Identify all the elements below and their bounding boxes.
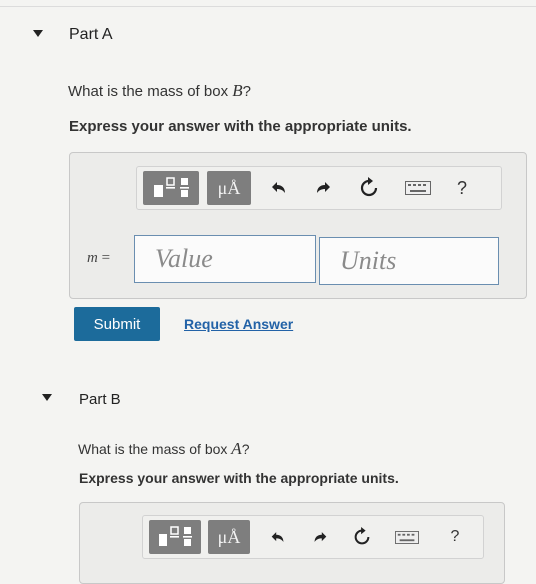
units-input[interactable] — [319, 237, 499, 285]
equals-sign: = — [101, 250, 111, 266]
help-icon[interactable]: ? — [447, 171, 477, 205]
undo-icon[interactable] — [265, 520, 291, 554]
part-b-collapse-caret-icon[interactable] — [42, 394, 52, 401]
reset-icon[interactable] — [355, 171, 383, 205]
fraction-templates-icon[interactable] — [149, 520, 201, 554]
request-answer-link[interactable]: Request Answer — [184, 316, 293, 332]
fraction-templates-icon[interactable] — [143, 171, 199, 205]
symbols-label: μÅ — [217, 177, 241, 198]
part-b-question: What is the mass of box A? — [78, 439, 249, 459]
question-variable: B — [232, 81, 243, 100]
question-text: What is the mass of box — [78, 441, 232, 457]
part-b-instruction: Express your answer with the appropriate… — [79, 470, 399, 486]
question-mark: ? — [241, 441, 250, 457]
symbols-button[interactable]: μÅ — [208, 520, 250, 554]
question-variable: A — [231, 439, 242, 458]
top-divider — [0, 6, 536, 7]
redo-icon[interactable] — [307, 520, 333, 554]
question-text: What is the mass of box — [68, 83, 233, 100]
part-a-math-toolbar: μÅ ? — [136, 166, 502, 210]
part-b-answer-box: μÅ ? — [79, 502, 505, 584]
redo-icon[interactable] — [309, 171, 337, 205]
value-input[interactable] — [134, 235, 316, 283]
part-a-title: Part A — [69, 26, 113, 43]
part-a-answer-box: μÅ ? m = — [69, 152, 527, 299]
help-icon[interactable]: ? — [441, 520, 469, 554]
keyboard-icon[interactable] — [401, 171, 435, 205]
part-b-title: Part B — [79, 391, 121, 408]
part-a-instruction: Express your answer with the appropriate… — [69, 118, 412, 135]
symbols-button[interactable]: μÅ — [207, 171, 251, 205]
part-a-collapse-caret-icon[interactable] — [33, 30, 43, 37]
submit-button[interactable]: Submit — [74, 307, 160, 341]
undo-icon[interactable] — [265, 171, 293, 205]
part-b-math-toolbar: μÅ ? — [142, 515, 484, 559]
keyboard-icon[interactable] — [391, 520, 423, 554]
variable-symbol: m — [87, 250, 98, 266]
part-a-question: What is the mass of box B? — [68, 81, 251, 101]
symbols-label: μÅ — [217, 526, 241, 547]
variable-label: m = — [87, 250, 110, 267]
question-mark: ? — [242, 83, 251, 100]
reset-icon[interactable] — [349, 520, 375, 554]
